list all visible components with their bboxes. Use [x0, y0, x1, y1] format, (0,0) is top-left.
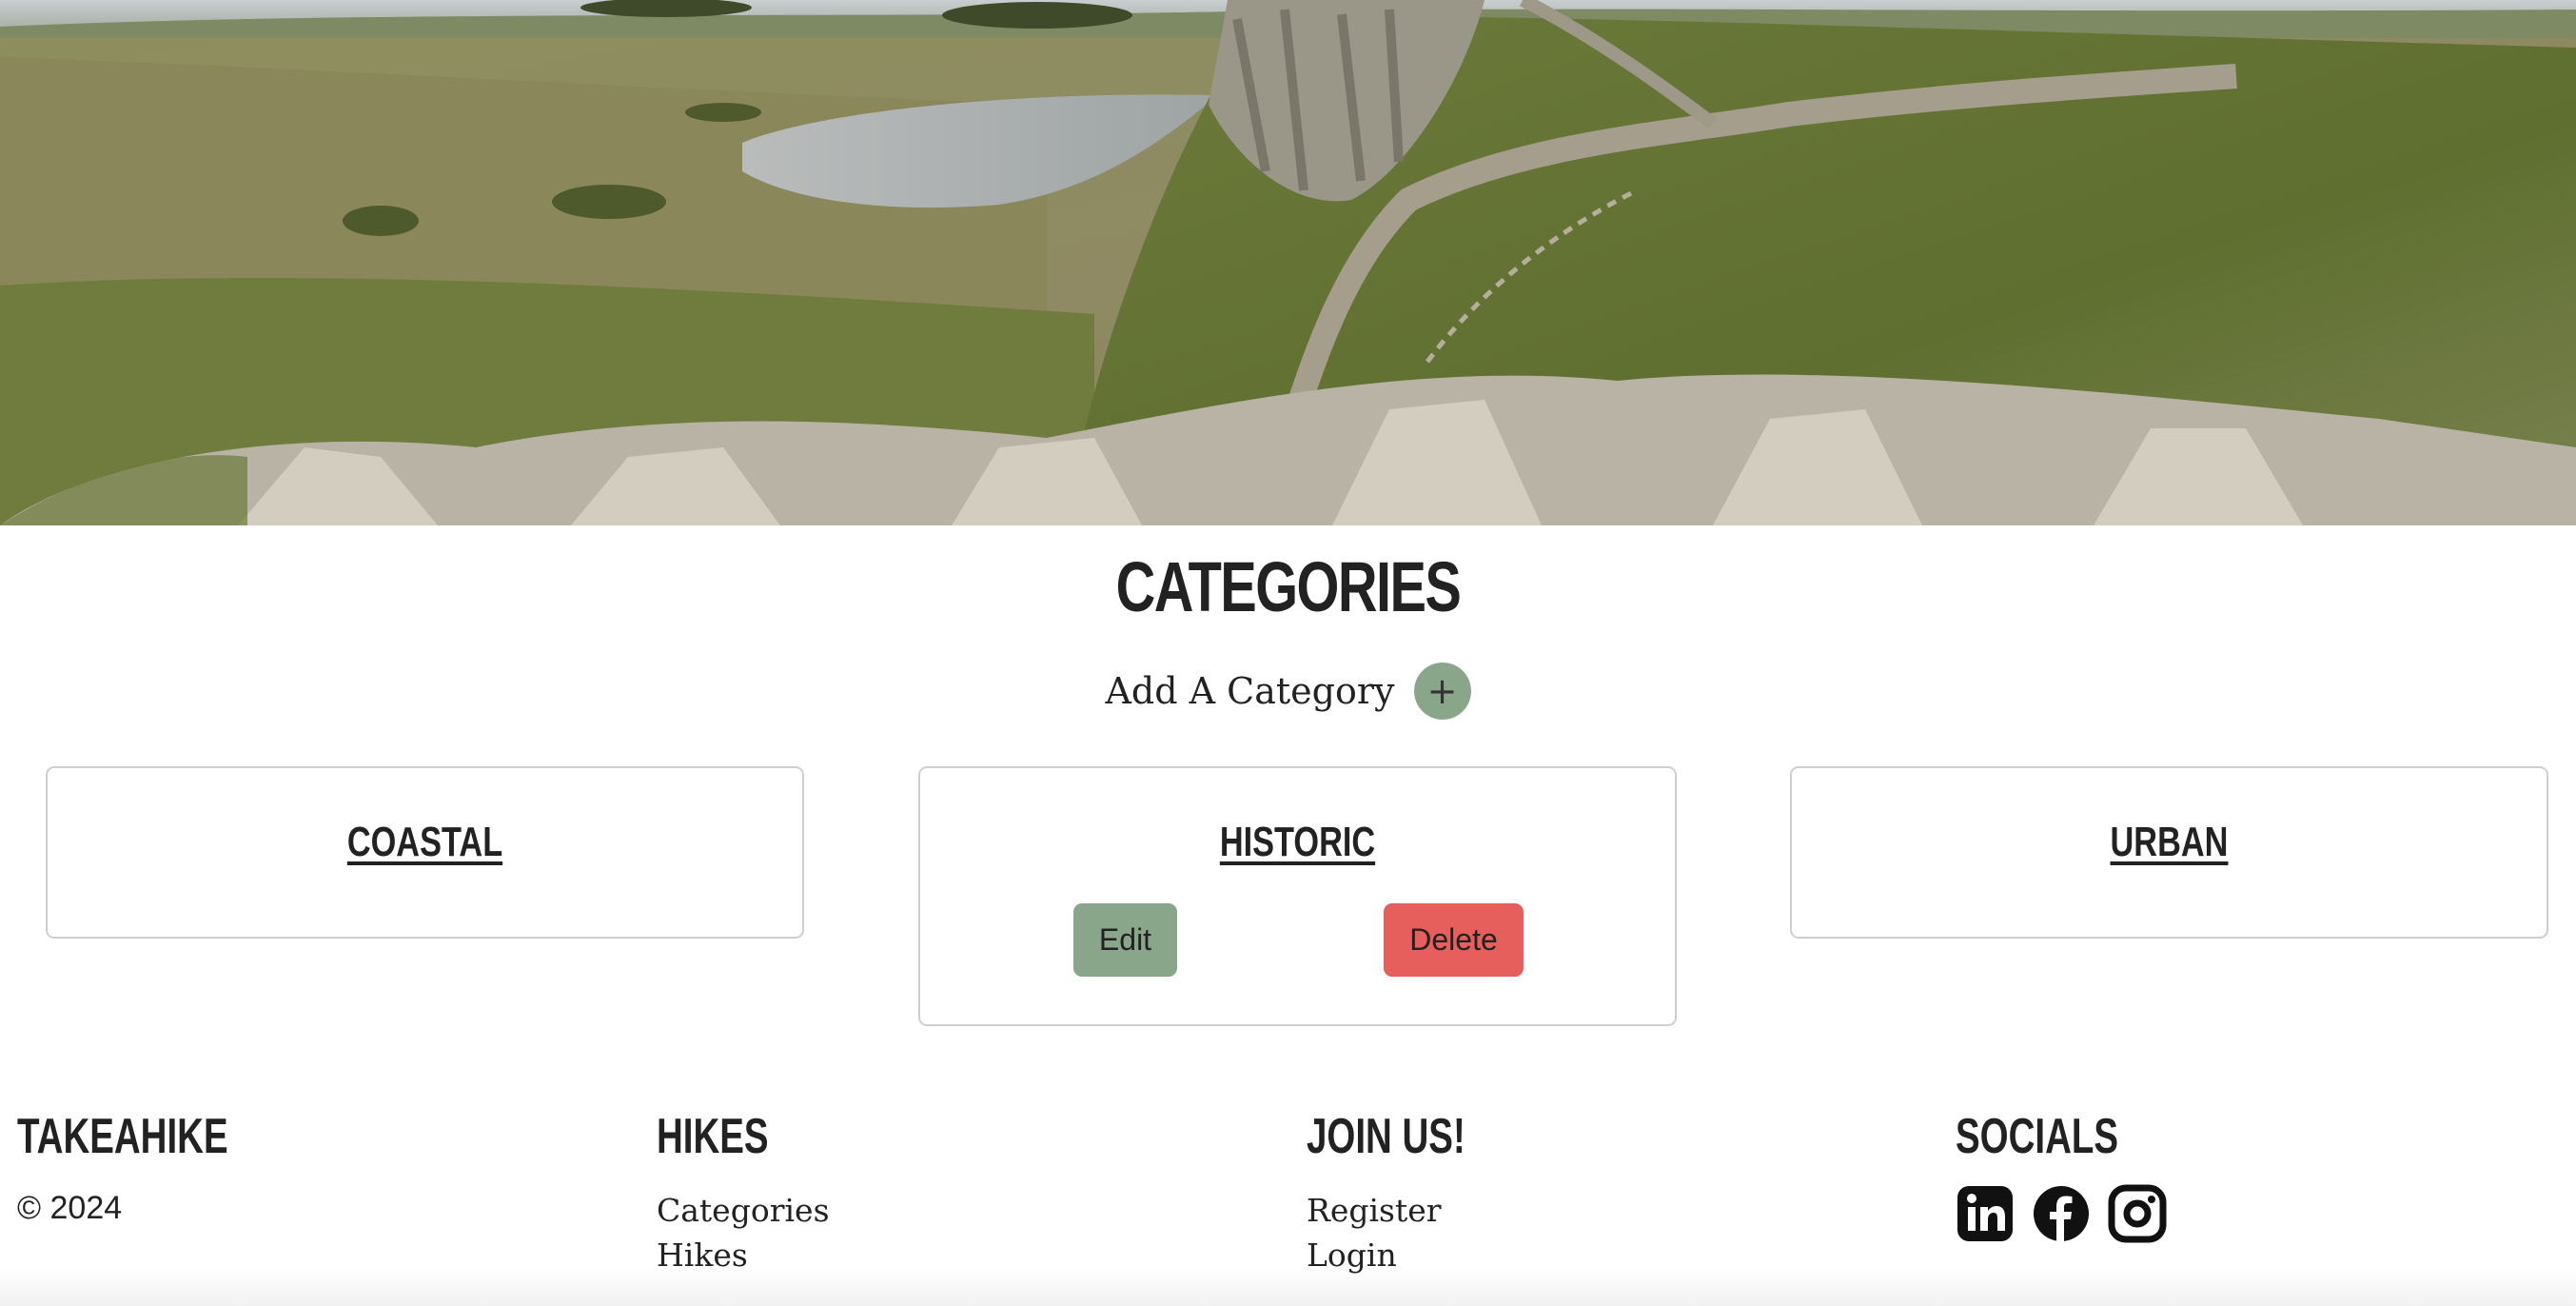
- category-card-urban: URBAN: [1790, 766, 2548, 939]
- footer-brand: TAKEAHIKE © 2024: [17, 1112, 302, 1227]
- footer-hikes: HIKES Categories Hikes: [657, 1112, 830, 1277]
- facebook-icon[interactable]: [2032, 1184, 2091, 1243]
- footer-join: JOIN US! Register Login: [1307, 1112, 1521, 1277]
- footer-copyright: © 2024: [17, 1190, 123, 1226]
- instagram-icon[interactable]: [2108, 1184, 2167, 1243]
- category-card-historic: HISTORIC Edit Delete: [918, 766, 1677, 1026]
- delete-button[interactable]: Delete: [1384, 903, 1524, 977]
- plus-icon: +: [1426, 670, 1458, 712]
- add-category-row: Add A Category +: [0, 663, 2576, 720]
- footer: TAKEAHIKE © 2024 HIKES Categories Hikes …: [0, 1095, 2576, 1306]
- linkedin-icon[interactable]: [1956, 1184, 2015, 1243]
- add-category-label: Add A Category: [1105, 670, 1395, 712]
- footer-brand-title: TAKEAHIKE: [17, 1109, 228, 1164]
- footer-link-login[interactable]: Login: [1307, 1233, 1521, 1277]
- category-card-coastal: COASTAL: [46, 766, 804, 939]
- footer-socials: SOCIALS: [1956, 1112, 2175, 1243]
- footer-link-categories[interactable]: Categories: [657, 1188, 830, 1233]
- category-link-historic[interactable]: HISTORIC: [1003, 819, 1592, 865]
- footer-join-title: JOIN US!: [1307, 1109, 1465, 1164]
- category-link-urban[interactable]: URBAN: [1875, 819, 2464, 865]
- hero-image: [0, 0, 2576, 525]
- footer-link-register[interactable]: Register: [1307, 1188, 1521, 1233]
- category-link-coastal[interactable]: COASTAL: [130, 819, 719, 865]
- add-category-button[interactable]: +: [1413, 663, 1471, 720]
- footer-hikes-title: HIKES: [657, 1109, 769, 1164]
- page-title: CATEGORIES: [1115, 547, 1462, 626]
- edit-button[interactable]: Edit: [1073, 903, 1177, 977]
- footer-link-hikes[interactable]: Hikes: [657, 1233, 830, 1277]
- footer-socials-title: SOCIALS: [1956, 1109, 2119, 1164]
